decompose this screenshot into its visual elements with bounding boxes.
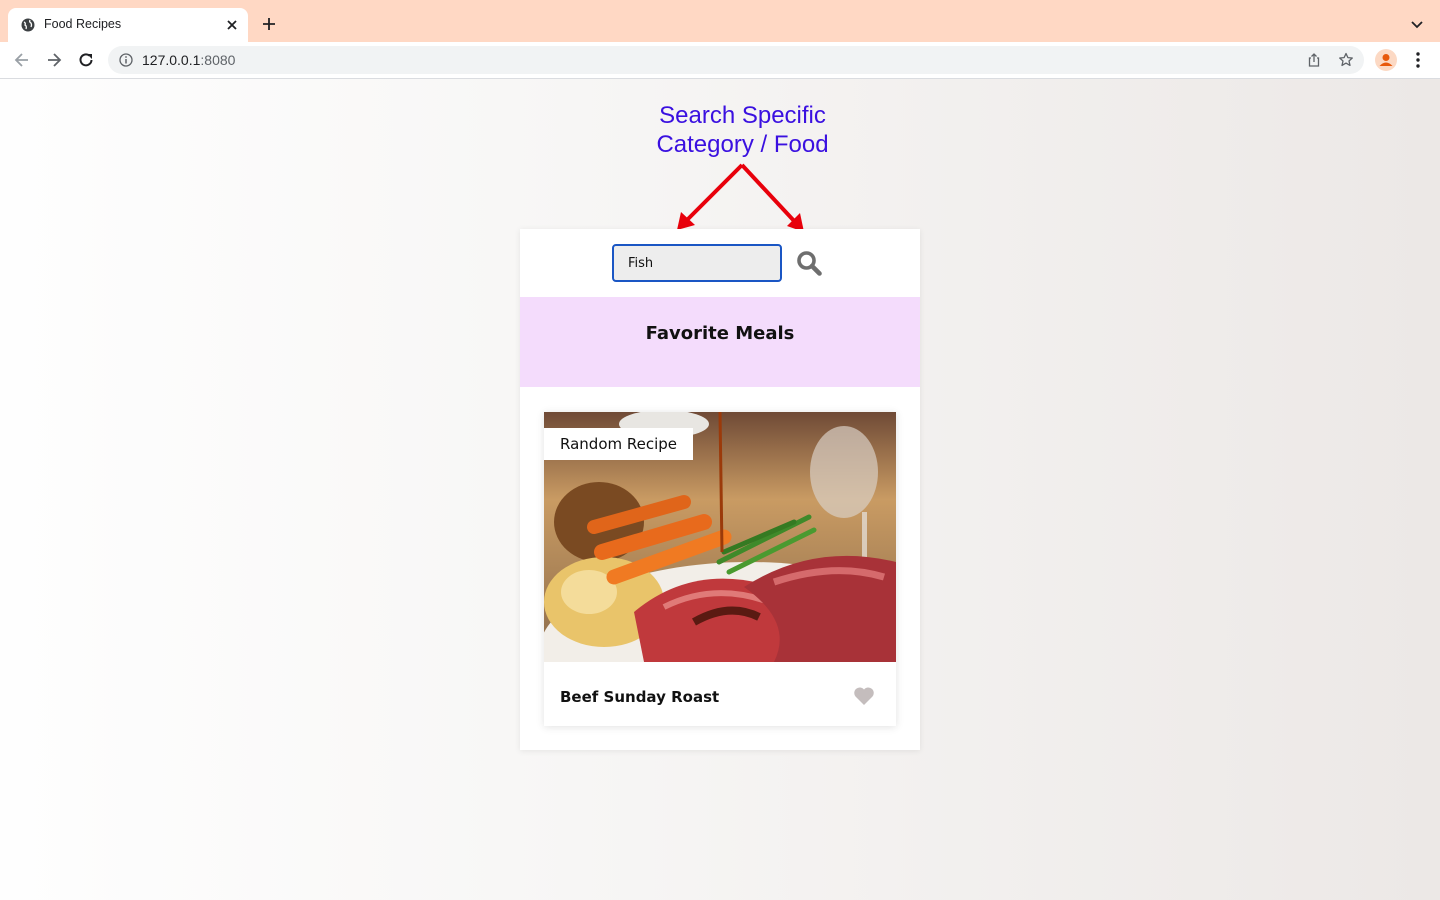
profile-icon[interactable]	[1375, 49, 1397, 71]
forward-arrow-icon[interactable]	[44, 50, 64, 70]
meal-card[interactable]: Random Recipe Beef Sunday Roast	[544, 412, 896, 726]
star-icon[interactable]	[1338, 52, 1354, 68]
browser-tab[interactable]: Food Recipes	[8, 8, 248, 42]
info-icon[interactable]	[119, 53, 133, 67]
search-input[interactable]	[612, 244, 782, 282]
globe-icon	[21, 18, 35, 32]
plus-icon[interactable]	[261, 16, 277, 32]
search-bar	[520, 229, 920, 297]
close-icon[interactable]	[224, 17, 240, 33]
heart-icon[interactable]	[853, 686, 875, 706]
browser-toolbar: 127.0.0.1:8080	[0, 42, 1440, 79]
page-viewport: Search Specific Category / Food Favorite…	[0, 79, 1440, 900]
kebab-menu-icon[interactable]	[1410, 50, 1426, 70]
share-icon[interactable]	[1306, 52, 1322, 68]
address-bar[interactable]: 127.0.0.1:8080	[108, 46, 1364, 74]
favorite-meals-section: Favorite Meals	[520, 297, 920, 387]
back-arrow-icon[interactable]	[12, 50, 32, 70]
reload-icon[interactable]	[76, 50, 96, 70]
annotation-arrows	[677, 163, 804, 232]
chevron-down-icon[interactable]	[1409, 17, 1425, 33]
annotation-text: Search Specific Category / Food	[656, 102, 829, 158]
meal-name: Beef Sunday Roast	[560, 688, 720, 706]
url-text: 127.0.0.1:8080	[142, 52, 236, 68]
favorite-meals-title: Favorite Meals	[645, 323, 795, 344]
random-recipe-badge: Random Recipe	[544, 428, 694, 460]
tab-title: Food Recipes	[44, 17, 122, 31]
tab-strip: Food Recipes	[0, 0, 1440, 42]
recipe-app-card: Favorite Meals	[520, 229, 920, 750]
search-icon[interactable]	[795, 249, 823, 277]
